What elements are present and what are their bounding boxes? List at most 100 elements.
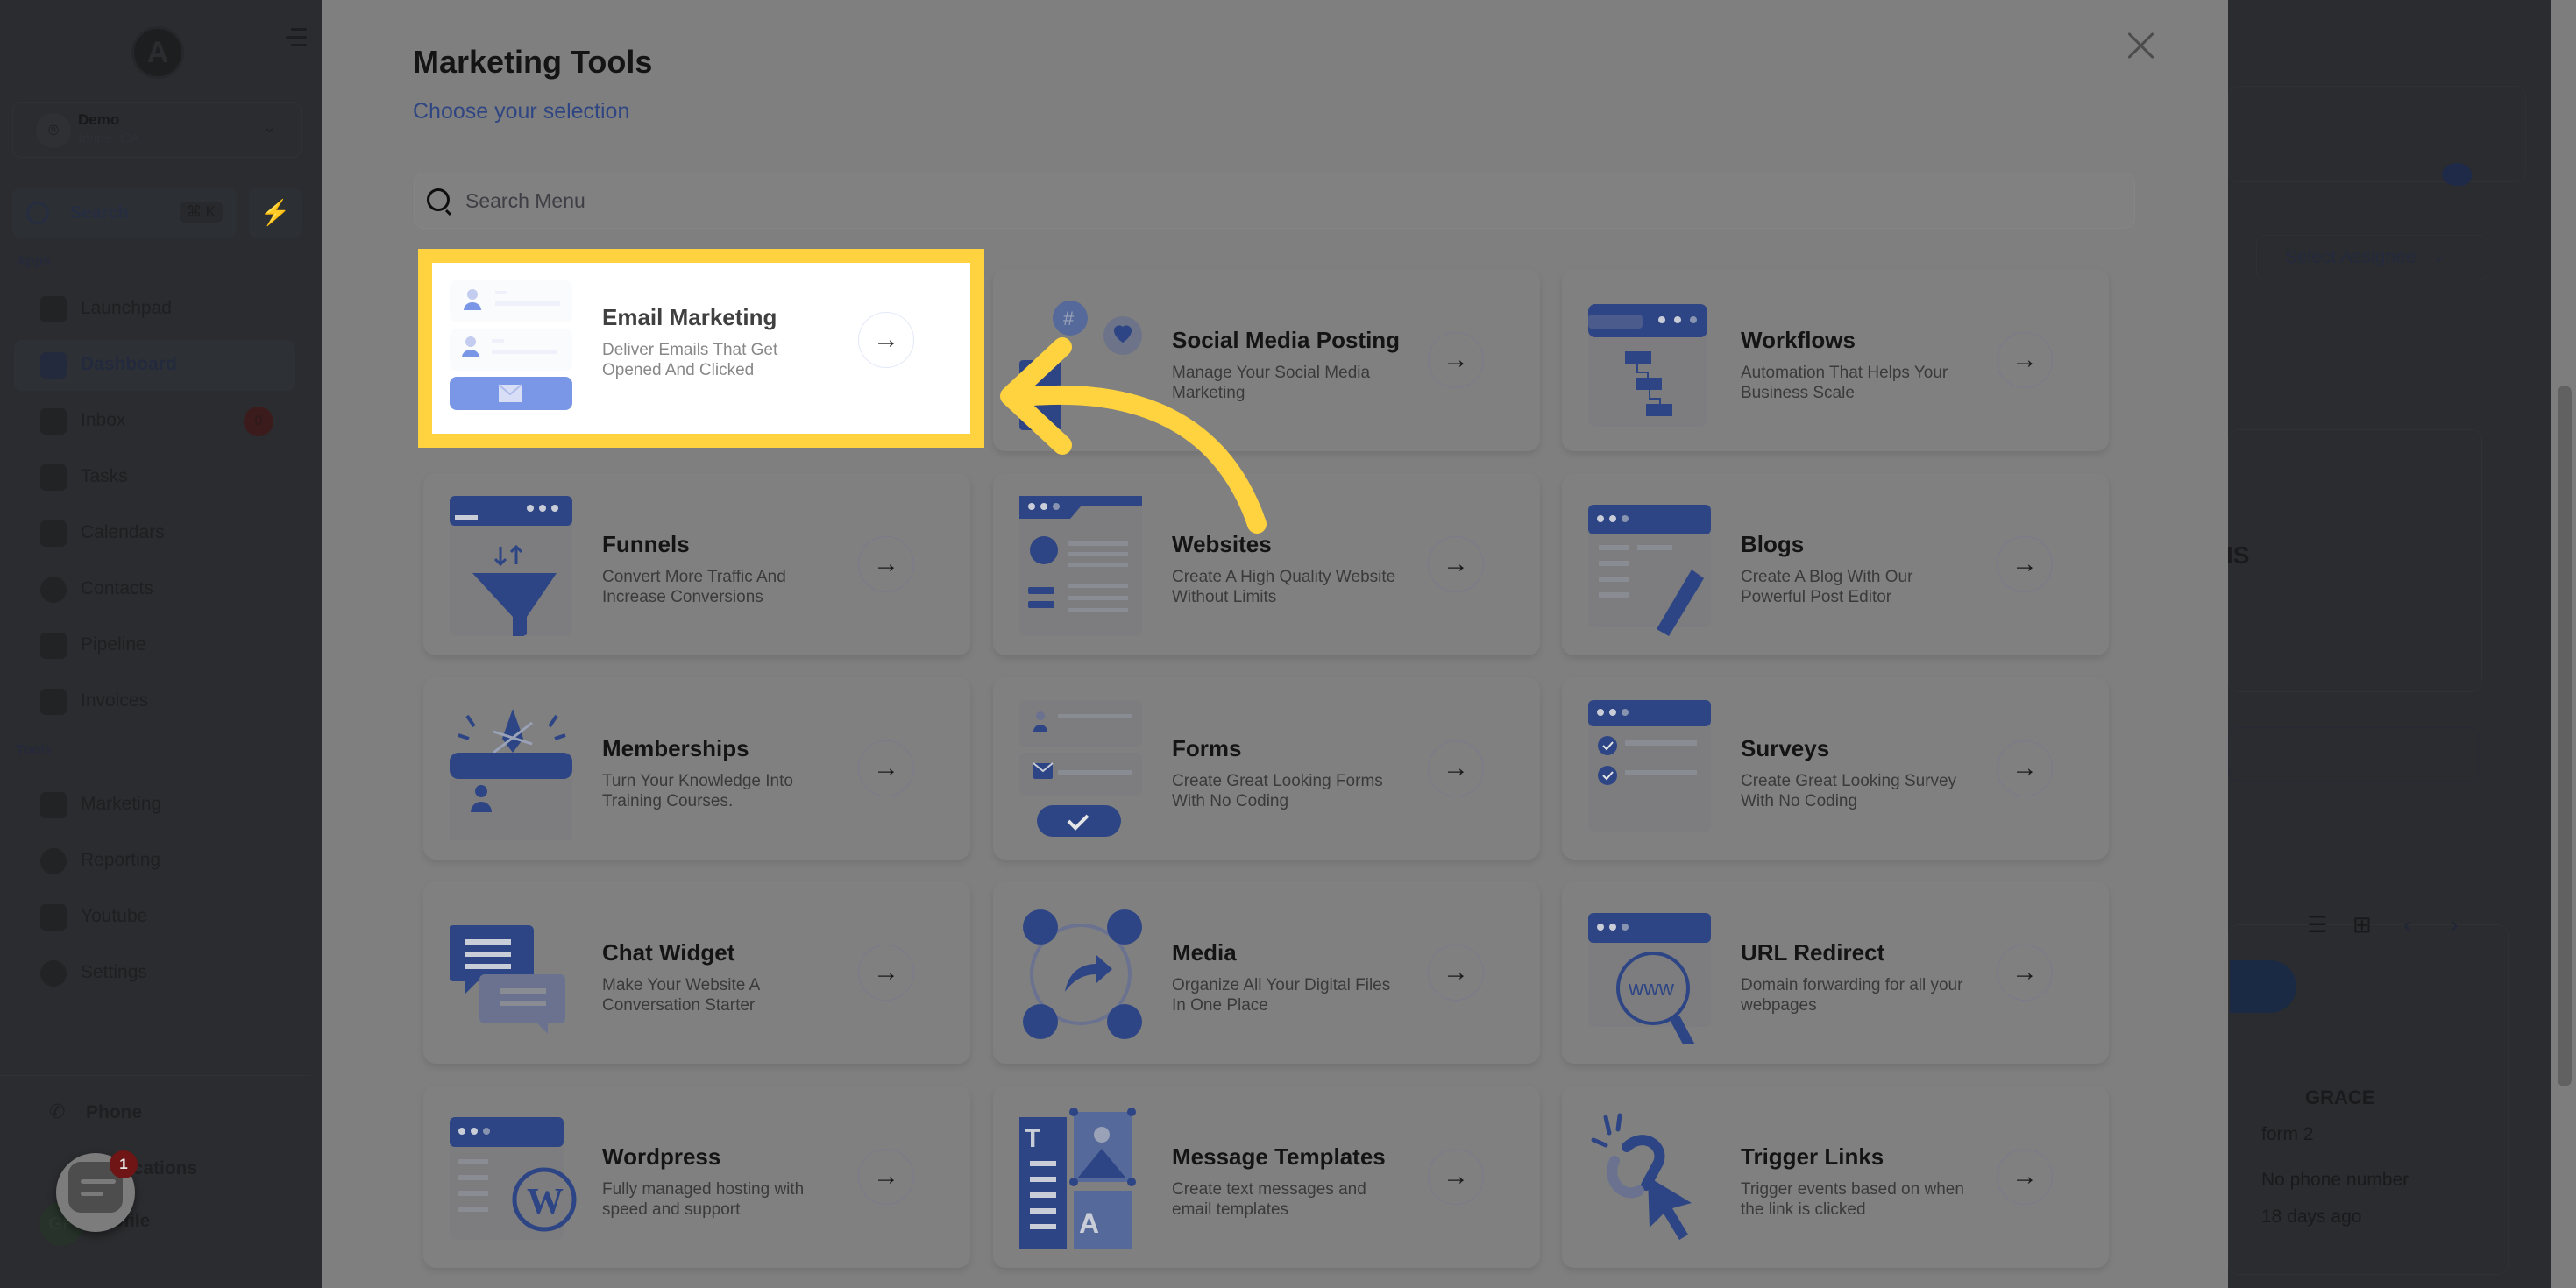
- arrow-right-icon[interactable]: →: [858, 536, 914, 592]
- sidebar-phone[interactable]: Phone: [86, 1102, 142, 1123]
- arrow-right-icon[interactable]: →: [1997, 1149, 2053, 1205]
- palette-icon[interactable]: [2442, 163, 2472, 186]
- arrow-right-icon[interactable]: →: [1428, 332, 1484, 388]
- arrow-right-icon[interactable]: →: [1428, 945, 1484, 1001]
- sidebar-item-label: Reporting: [81, 850, 161, 870]
- tool-card-funnels[interactable]: Funnels Convert More Traffic And Increase…: [423, 473, 970, 655]
- contact-phone: No phone number: [2261, 1170, 2409, 1190]
- logo-letter: A: [146, 35, 169, 69]
- sidebar-item-youtube[interactable]: Youtube: [14, 892, 295, 943]
- sidebar-item-dashboard[interactable]: Dashboard: [14, 340, 295, 391]
- sidebar-item-marketing[interactable]: Marketing: [14, 780, 295, 831]
- arrow-right-icon[interactable]: →: [1997, 332, 2053, 388]
- svg-text:www: www: [1628, 977, 1675, 1001]
- tool-card-forms[interactable]: Forms Create Great Looking Forms With No …: [993, 677, 1540, 860]
- background-card: [2228, 429, 2482, 692]
- tool-card-title: Message Templates: [1172, 1143, 1386, 1170]
- megaphone-icon: [40, 792, 67, 818]
- website-illustration-icon: [1019, 496, 1142, 636]
- tool-card-workflows[interactable]: Workflows Automation That Helps Your Busi…: [1562, 269, 2109, 451]
- trigger-illustration-icon: [1591, 1113, 1692, 1240]
- arrow-right-icon[interactable]: →: [858, 312, 914, 368]
- tool-card-title: Forms: [1172, 735, 1242, 761]
- sidebar-item-pipeline[interactable]: Pipeline: [14, 620, 295, 671]
- select-assignee-label: Select Assignee: [2285, 247, 2416, 267]
- tool-card-title: Surveys: [1741, 735, 1830, 761]
- tool-card-message-templates[interactable]: T A Message Templates Create text messages …: [993, 1086, 1540, 1268]
- tool-card-social-media-posting[interactable]: # Social Media Posting Manage Your Social …: [993, 269, 1540, 451]
- app-logo[interactable]: A: [131, 26, 184, 79]
- sidebar-item-contacts[interactable]: Contacts: [14, 564, 295, 615]
- arrow-right-icon[interactable]: →: [1428, 1149, 1484, 1205]
- pipeline-icon: [40, 633, 67, 659]
- prev-arrow-icon[interactable]: ‹: [2403, 911, 2411, 938]
- scrollbar-thumb[interactable]: [2558, 386, 2572, 1086]
- grid-view-icon[interactable]: ⊞: [2352, 911, 2372, 938]
- sidebar-search-label: Search: [70, 203, 129, 223]
- search-icon: [26, 202, 49, 224]
- sidebar-item-label: Pipeline: [81, 634, 146, 655]
- arrow-right-icon[interactable]: →: [858, 1149, 914, 1205]
- svg-text:T: T: [1025, 1124, 1040, 1153]
- location-switcher[interactable]: ⌾ Demo Irvine, CA ⌄: [12, 102, 302, 158]
- tool-card-chat-widget[interactable]: Chat Widget Make Your Website A Conversat…: [423, 881, 970, 1064]
- sidebar-divider: [0, 1075, 311, 1076]
- arrow-right-icon[interactable]: →: [1428, 740, 1484, 796]
- svg-text:A: A: [1079, 1207, 1099, 1239]
- sidebar-item-calendars[interactable]: Calendars: [14, 508, 295, 559]
- arrow-right-icon[interactable]: →: [1997, 536, 2053, 592]
- arrow-right-icon[interactable]: →: [858, 740, 914, 796]
- sidebar-item-label: Inbox: [81, 410, 126, 430]
- tool-card-email-marketing[interactable]: Email Marketing Deliver Emails That Get O…: [432, 263, 970, 434]
- sidebar-item-reporting[interactable]: Reporting: [14, 836, 295, 887]
- modal-subtitle: Choose your selection: [413, 99, 630, 124]
- search-menu-field[interactable]: [414, 173, 2135, 229]
- tool-card-title: Workflows: [1741, 327, 1856, 353]
- tool-card-title: Social Media Posting: [1172, 327, 1401, 353]
- tool-card-description: Automation That Helps Your Business Scal…: [1741, 364, 1948, 402]
- search-menu-input[interactable]: [465, 173, 2113, 228]
- location-address: Irvine, CA: [78, 131, 140, 146]
- contact-name: GRACE: [2305, 1086, 2375, 1108]
- tool-card-description: Create A High Quality Website Without Li…: [1172, 568, 1396, 606]
- tool-card-memberships[interactable]: Memberships Turn Your Knowledge Into Trai…: [423, 677, 970, 860]
- list-view-icon[interactable]: ☰: [2307, 911, 2327, 938]
- collapse-menu-icon[interactable]: [286, 28, 307, 49]
- quick-actions-bolt-icon[interactable]: ⚡: [249, 188, 302, 238]
- tool-card-wordpress[interactable]: W Wordpress Fully managed hosting with spe…: [423, 1086, 970, 1268]
- tool-card-title: Funnels: [602, 531, 690, 557]
- tool-card-url-redirect[interactable]: www URL Redirect Domain forwarding for all…: [1562, 881, 2109, 1064]
- contact-time: 18 days ago: [2261, 1207, 2362, 1227]
- tool-card-websites[interactable]: Websites Create A High Quality Website Wi…: [993, 473, 1540, 655]
- tool-card-surveys[interactable]: Surveys Create Great Looking Survey With …: [1562, 677, 2109, 860]
- sidebar-item-launchpad[interactable]: Launchpad: [14, 284, 295, 335]
- chat-unread-badge: 1: [110, 1150, 138, 1178]
- membership-illustration-icon: [450, 709, 572, 840]
- sidebar-item-settings[interactable]: Settings: [14, 948, 295, 999]
- chat-illustration-icon: [450, 925, 565, 1034]
- sidebar-item-inbox[interactable]: Inbox 0: [14, 396, 295, 447]
- sidebar-item-invoices[interactable]: Invoices: [14, 676, 295, 727]
- arrow-right-icon[interactable]: →: [1997, 740, 2053, 796]
- arrow-right-icon[interactable]: →: [858, 945, 914, 1001]
- tool-card-trigger-links[interactable]: Trigger Links Trigger events based on whe…: [1562, 1086, 2109, 1268]
- arrow-right-icon[interactable]: →: [1428, 536, 1484, 592]
- select-assignee-dropdown[interactable]: Select Assignee ⌄: [2256, 235, 2487, 280]
- sidebar-item-tasks[interactable]: Tasks: [14, 452, 295, 503]
- inbox-icon: [40, 408, 67, 435]
- wordpress-illustration-icon: W: [450, 1117, 577, 1240]
- tool-card-media[interactable]: Media Organize All Your Digital Files In …: [993, 881, 1540, 1064]
- phone-icon: ✆: [49, 1100, 66, 1122]
- sidebar-item-label: Calendars: [81, 522, 165, 542]
- sidebar-search[interactable]: Search ⌘ K: [12, 188, 237, 238]
- youtube-icon: [40, 904, 67, 931]
- sidebar-item-label: Dashboard: [81, 354, 177, 374]
- next-arrow-icon[interactable]: ›: [2451, 911, 2459, 938]
- sidebar-item-label: Launchpad: [81, 298, 172, 318]
- media-illustration-icon: [1023, 909, 1142, 1039]
- tool-card-title: Email Marketing: [602, 304, 777, 330]
- location-name: Demo: [78, 111, 120, 128]
- close-icon[interactable]: [2125, 30, 2157, 61]
- tool-card-blogs[interactable]: Blogs Create A Blog With Our Powerful Pos…: [1562, 473, 2109, 655]
- arrow-right-icon[interactable]: →: [1997, 945, 2053, 1001]
